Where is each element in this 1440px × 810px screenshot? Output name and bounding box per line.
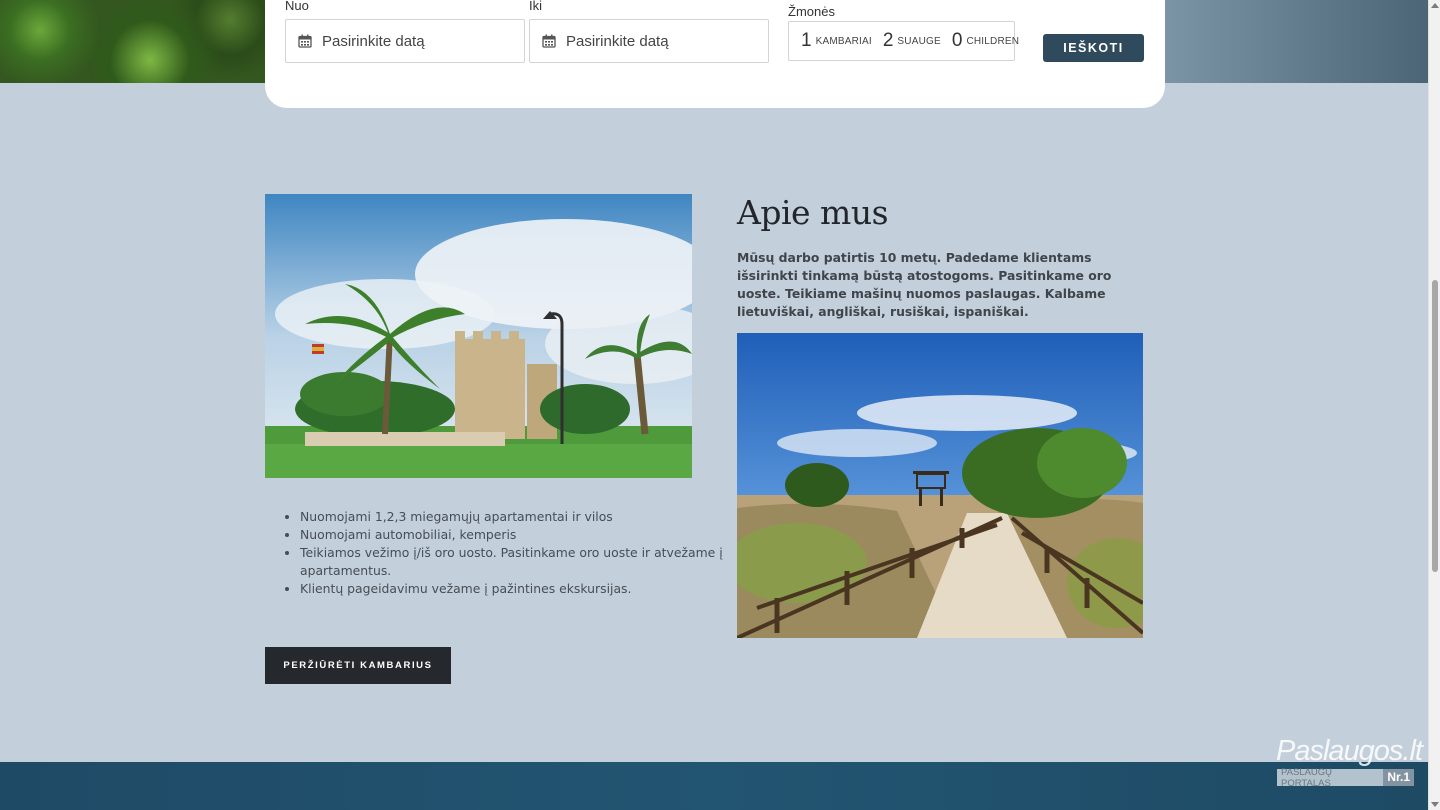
from-date-input[interactable]: Pasirinkite datą [285,19,525,63]
scrollbar-thumb[interactable] [1432,280,1438,572]
to-date-placeholder: Pasirinkite datą [566,32,669,50]
children-count: 0 [951,30,963,51]
booking-form: Nuo Pasirinkite datą Iki Pasirinkite dat… [265,0,1165,108]
view-rooms-button[interactable]: PERŽIŪRĖTI KAMBARIUS [265,647,451,684]
features-list: Nuomojami 1,2,3 miegamųjų apartamentai i… [265,508,730,598]
people-selector[interactable]: 1 KAMBARIAI 2 SUAUGE 0 CHILDREN [788,21,1019,61]
castle-photo-image [265,194,692,478]
calendar-icon [298,34,312,48]
watermark-subtitle-bar: PASLAUGŲ PORTALAS Nr.1 [1277,766,1414,789]
people-label: Žmonės [788,4,835,19]
boardwalk-photo [737,333,1143,638]
about-title: Apie mus [737,193,889,232]
vertical-scrollbar[interactable] [1428,0,1440,810]
scroll-up-arrow-icon[interactable] [1431,3,1439,8]
list-item: Teikiamos vežimo į/iš oro uosto. Pasitin… [300,544,730,580]
watermark-logo: Paslaugos.lt [1276,735,1423,767]
to-date-input[interactable]: Pasirinkite datą [529,19,769,63]
from-date-placeholder: Pasirinkite datą [322,32,425,50]
to-label: Iki [529,0,542,13]
castle-photo [265,194,692,478]
watermark-subtitle: PASLAUGŲ PORTALAS [1281,766,1333,789]
rooms-unit: KAMBARIAI [815,35,872,47]
watermark-badge: Nr.1 [1383,769,1414,786]
rooms-count: 1 [801,30,812,51]
list-item: Klientų pageidavimu vežame į pažintines … [300,580,730,598]
adults-count: 2 [882,30,894,51]
list-item: Nuomojami 1,2,3 miegamųjų apartamentai i… [300,508,730,526]
adults-unit: SUAUGE [897,35,941,47]
watermark-title: Paslaugos.lt [1276,735,1423,767]
next-section-band [0,762,1428,810]
search-button[interactable]: IEŠKOTI [1043,34,1144,62]
scroll-down-arrow-icon[interactable] [1431,802,1439,807]
list-item: Nuomojami automobiliai, kemperis [300,526,730,544]
about-text: Mūsų darbo patirtis 10 metų. Padedame kl… [737,250,1112,319]
calendar-icon [542,34,556,48]
from-label: Nuo [285,0,309,13]
boardwalk-photo-image [737,333,1143,638]
hero-foliage-image [0,0,270,83]
children-unit: CHILDREN [966,35,1020,47]
